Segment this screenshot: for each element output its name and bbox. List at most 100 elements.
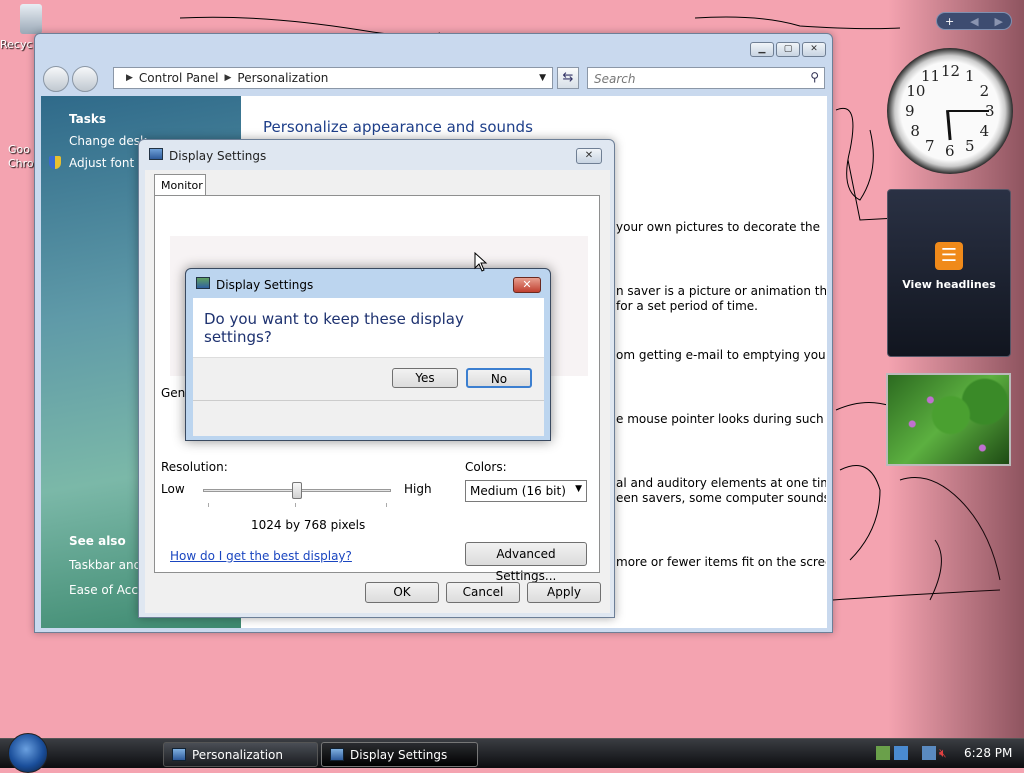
desc-line: for a set period of time. <box>616 299 758 313</box>
recycle-bin-icon[interactable] <box>20 4 42 34</box>
see-also-heading: See also <box>69 534 126 548</box>
confirm-title: Display Settings <box>216 278 314 292</box>
forward-button[interactable] <box>72 66 98 92</box>
cancel-button[interactable]: Cancel <box>446 582 520 603</box>
desc-mouse-pointers: e mouse pointer looks during such <box>616 412 826 427</box>
yes-button[interactable]: Yes <box>392 368 458 388</box>
sidebar-next-button[interactable]: ▶ <box>995 15 1003 28</box>
desc-line: n saver is a picture or animation that <box>616 284 826 298</box>
network-icon[interactable] <box>876 746 890 760</box>
clock-gadget[interactable]: 12 1 2 3 4 5 6 7 8 9 10 11 <box>887 48 1013 174</box>
feed-headlines-gadget[interactable]: ☰ View headlines <box>887 189 1011 357</box>
clock-number: 5 <box>965 136 975 155</box>
windows-update-icon[interactable] <box>894 746 908 760</box>
desc-line: e mouse pointer looks during such <box>616 412 824 426</box>
close-button[interactable]: ✕ <box>513 277 541 293</box>
ok-button[interactable]: OK <box>365 582 439 603</box>
clock-time[interactable]: 6:28 PM <box>964 746 1012 760</box>
resolution-value: 1024 by 768 pixels <box>251 518 366 532</box>
tab-monitor[interactable]: Monitor <box>154 174 206 196</box>
refresh-icon[interactable]: ⇆ <box>557 67 579 89</box>
desc-line: more or fewer items fit on the screen. <box>616 555 826 569</box>
resolution-low-label: Low <box>161 482 185 496</box>
clock-hand <box>949 110 989 112</box>
chrome-label-1: Goo <box>8 143 30 156</box>
resolution-high-label: High <box>404 482 432 496</box>
slideshow-gadget[interactable] <box>886 373 1011 466</box>
chevron-down-icon: ▼ <box>575 484 582 494</box>
confirm-dialog: Display Settings ✕ Do you want to keep t… <box>185 268 551 441</box>
address-dropdown-icon[interactable]: ▼ <box>539 73 546 83</box>
desc-display-settings: more or fewer items fit on the screen. <box>616 555 826 570</box>
apply-button[interactable]: Apply <box>527 582 601 603</box>
clock-number: 12 <box>941 62 961 80</box>
close-button[interactable]: ✕ <box>802 42 826 57</box>
help-link[interactable]: How do I get the best display? <box>170 549 352 563</box>
back-button[interactable] <box>43 66 69 92</box>
rss-icon: ☰ <box>935 242 963 270</box>
monitor-icon <box>149 148 163 160</box>
general-label: Gen <box>161 386 186 400</box>
close-button[interactable]: ✕ <box>576 148 602 164</box>
minimize-button[interactable]: ▁ <box>750 42 774 57</box>
task-display-settings[interactable]: Display Settings <box>321 742 478 767</box>
desc-line: al and auditory elements at one time <box>616 476 826 490</box>
desc-line: om getting e-mail to emptying your <box>616 348 826 362</box>
desc-sounds: om getting e-mail to emptying your <box>616 348 826 363</box>
control-panel-icon <box>172 748 186 761</box>
clock-number: 6 <box>945 142 955 160</box>
no-button[interactable]: No <box>466 368 532 388</box>
address-bar[interactable]: ▶ Control Panel ▶ Personalization ▼ <box>113 67 553 89</box>
desc-line: een savers, some computer sounds, <box>616 491 826 505</box>
resolution-slider-thumb[interactable] <box>292 482 302 499</box>
search-input[interactable]: Search ⚲ <box>587 67 825 89</box>
sidebar-controls: + ◀ ▶ <box>936 12 1012 30</box>
mouse-cursor-icon <box>474 252 488 272</box>
system-tray: 🔇︎ 6:28 PM <box>868 739 1024 769</box>
breadcrumb-personalization[interactable]: Personalization <box>237 71 328 85</box>
volume-muted-icon[interactable]: 🔇︎ <box>939 746 947 761</box>
sidebar-prev-button[interactable]: ◀ <box>970 15 978 28</box>
breadcrumb-control-panel[interactable]: Control Panel <box>139 71 219 85</box>
maximize-button[interactable]: ▢ <box>776 42 800 57</box>
clock-number: 11 <box>921 67 941 86</box>
display-settings-icon <box>330 748 344 761</box>
confirm-message: Do you want to keep these display settin… <box>193 298 544 357</box>
clock-number: 8 <box>910 122 920 140</box>
colors-select-value: Medium (16 bit) <box>470 484 566 498</box>
desc-desktop-background: your own pictures to decorate the <box>616 220 826 235</box>
sidebar-add-button[interactable]: + <box>945 15 954 28</box>
search-placeholder: Search <box>594 72 636 86</box>
clock-number: 1 <box>965 67 975 86</box>
task-personalization[interactable]: Personalization <box>163 742 318 767</box>
breadcrumb-arrow-icon: ▶ <box>224 73 232 83</box>
desc-screen-saver: n saver is a picture or animation that fo… <box>616 284 826 314</box>
dialog-title: Display Settings <box>169 149 267 163</box>
see-also-taskbar[interactable]: Taskbar and S <box>41 550 153 572</box>
see-also-ease-of-access[interactable]: Ease of Acces <box>41 575 152 597</box>
start-button[interactable] <box>8 733 48 773</box>
page-title: Personalize appearance and sounds <box>263 118 533 136</box>
taskbar: Personalization Display Settings 🔇︎ 6:28… <box>0 733 1024 773</box>
desc-theme: al and auditory elements at one time een … <box>616 476 826 506</box>
confirm-footer: Yes No <box>193 357 544 436</box>
chrome-label-2: Chro <box>8 157 34 170</box>
clock-number: 2 <box>979 82 990 100</box>
display-icon[interactable] <box>922 746 936 760</box>
tasks-heading: Tasks <box>69 112 107 126</box>
display-settings-icon <box>196 277 210 289</box>
clock-number: 7 <box>925 136 935 155</box>
slider-tick <box>208 503 209 507</box>
colors-select[interactable]: Medium (16 bit) ▼ <box>465 480 587 502</box>
advanced-settings-button[interactable]: Advanced Settings... <box>465 542 587 583</box>
search-icon[interactable]: ⚲ <box>810 70 819 84</box>
clock-hand <box>946 110 952 141</box>
colors-label: Colors: <box>465 460 507 474</box>
breadcrumb-arrow-icon: ▶ <box>126 73 133 83</box>
recycle-bin-label: Recyc <box>0 38 33 51</box>
clock-number: 4 <box>979 122 990 140</box>
slider-tick <box>386 503 387 507</box>
resolution-label: Resolution: <box>161 460 228 474</box>
footer-divider <box>193 400 544 401</box>
task-label: Personalization <box>192 748 283 762</box>
